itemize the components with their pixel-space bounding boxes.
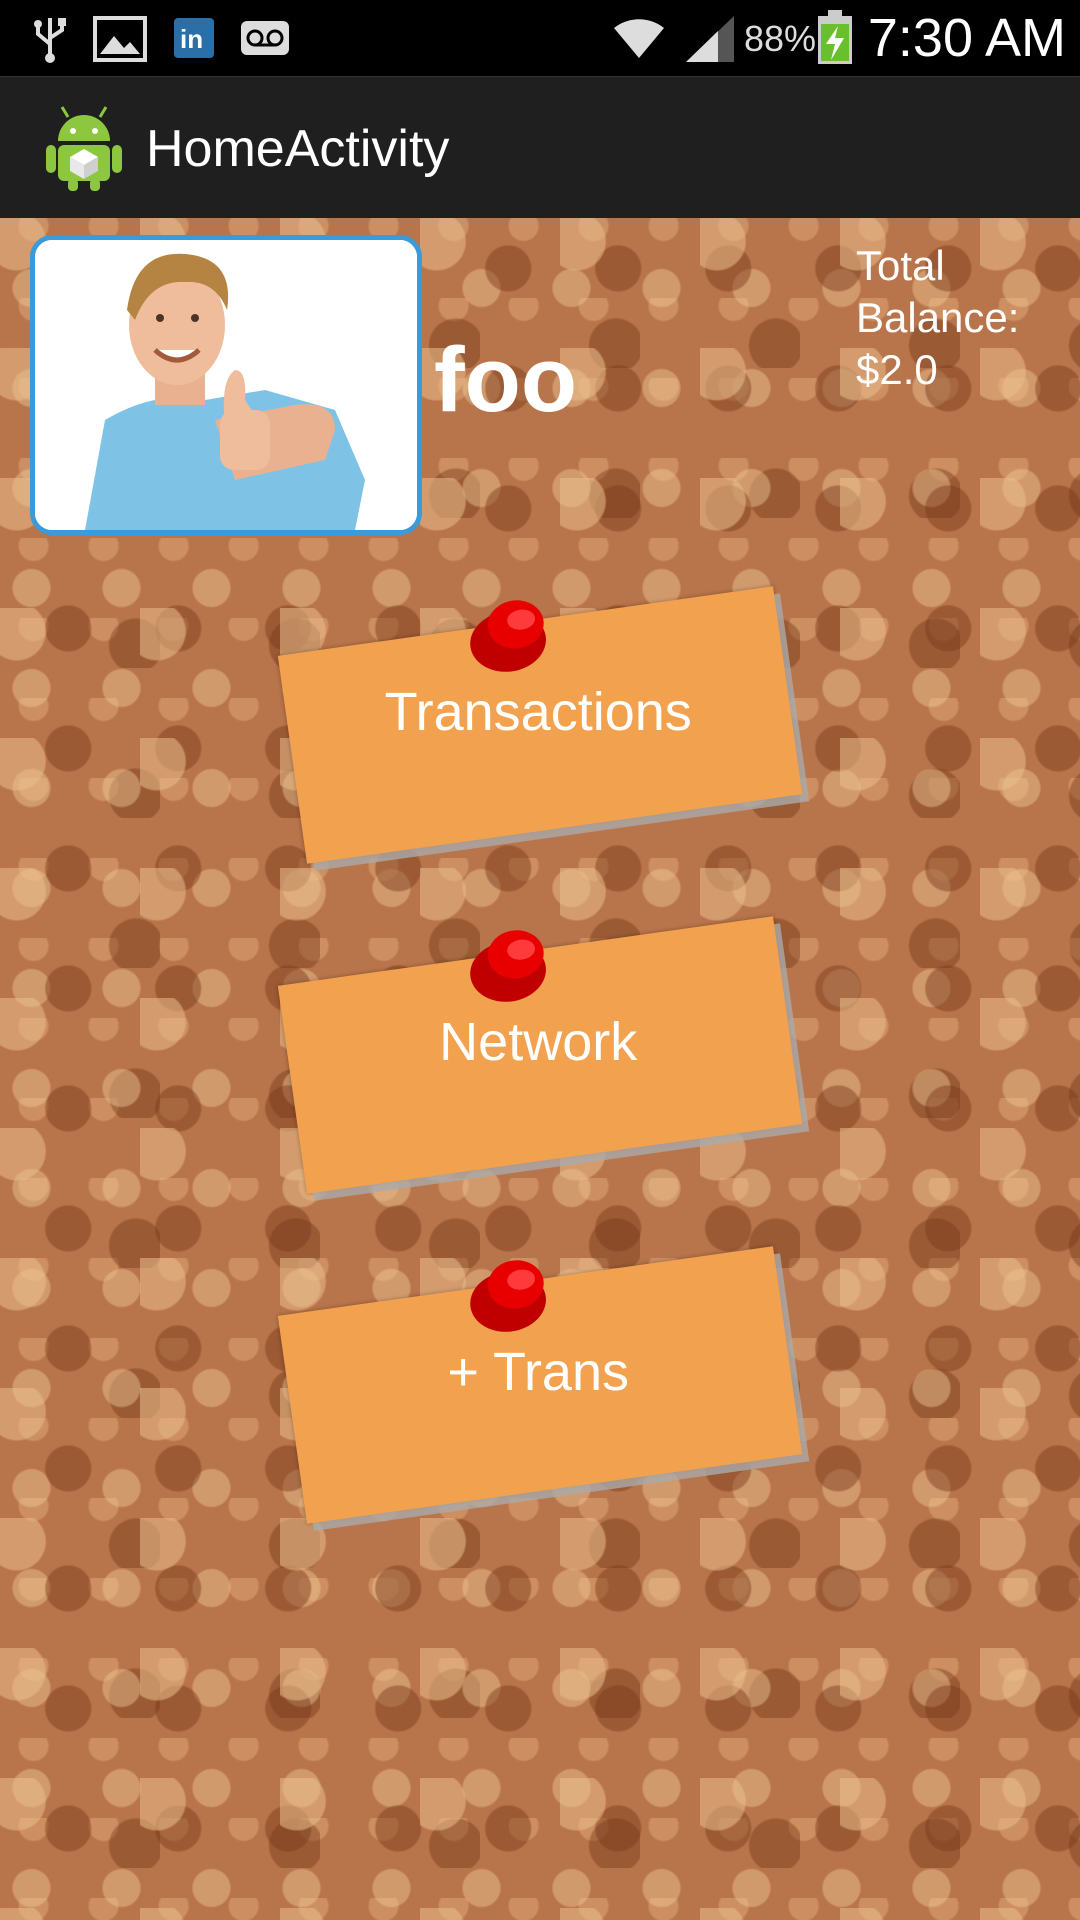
balance-label-line2: Balance: (856, 294, 1020, 341)
transactions-button[interactable]: Transactions (277, 586, 803, 864)
username: foo (434, 329, 578, 431)
svg-text:in: in (180, 24, 203, 54)
battery-charging-icon (818, 10, 852, 64)
pushpin-icon (470, 600, 546, 672)
android-app-icon[interactable] (44, 101, 124, 191)
signal-icon (686, 16, 734, 62)
profile-photo[interactable] (30, 235, 422, 535)
pushpin-icon (470, 930, 546, 1002)
clock-time: 7:30 AM (867, 8, 1066, 68)
action-bar: HomeActivity (0, 76, 1080, 219)
transactions-label: Transactions (384, 682, 692, 743)
network-label: Network (439, 1012, 638, 1073)
add-transaction-label: + Trans (447, 1342, 629, 1403)
corkboard-background: foo Total Balance: $2.0 Transactions Net… (0, 218, 1080, 1920)
total-balance: Total Balance: $2.0 (856, 240, 1076, 396)
image-icon (93, 16, 147, 62)
wifi-icon (614, 19, 664, 58)
usb-icon (34, 18, 66, 63)
network-button[interactable]: Network (277, 916, 803, 1194)
add-transaction-button[interactable]: + Trans (277, 1246, 803, 1524)
pushpin-icon (470, 1260, 546, 1332)
balance-value: $2.0 (856, 346, 938, 393)
status-bar: in 88% 7:30 AM (0, 0, 1080, 76)
person-avatar-icon (35, 240, 417, 530)
page-title: HomeActivity (146, 120, 450, 178)
voicemail-icon (241, 21, 289, 55)
linkedin-icon: in (174, 18, 214, 58)
balance-label-line1: Total (856, 242, 945, 289)
battery-percent: 88% (744, 18, 817, 59)
